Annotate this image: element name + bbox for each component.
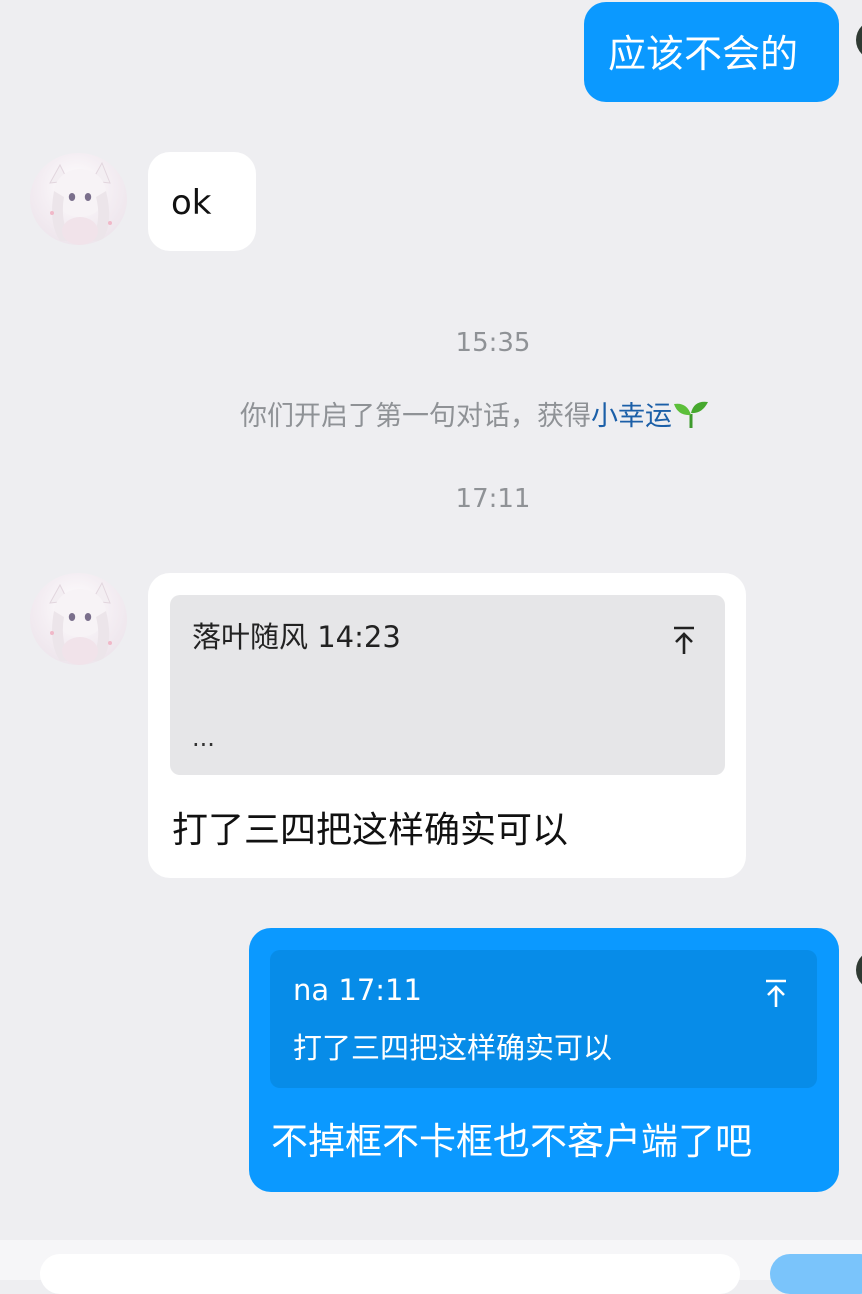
jump-to-original-icon[interactable]	[764, 978, 788, 1008]
my-avatar[interactable]	[856, 20, 862, 60]
anime-girl-avatar-icon	[49, 161, 112, 245]
quoted-message[interactable]: na 17:11 打了三四把这样确实可以	[270, 950, 817, 1088]
sprout-icon	[674, 401, 708, 428]
quote-header: na 17:11	[293, 973, 422, 1007]
incoming-message-bubble[interactable]: 落叶随风 14:23 ... 打了三四把这样确实可以	[148, 573, 746, 878]
timestamp: 15:35	[455, 328, 531, 358]
contact-avatar[interactable]	[30, 153, 127, 245]
timestamp: 17:11	[455, 484, 531, 514]
my-avatar[interactable]	[856, 950, 862, 990]
message-text: 不掉框不卡框也不客户端了吧	[271, 1120, 752, 1163]
system-notice-text: 你们开启了第一句对话，获得	[240, 401, 591, 432]
outgoing-message-bubble[interactable]: na 17:11 打了三四把这样确实可以 不掉框不卡框也不客户端了吧	[249, 928, 839, 1192]
message-text: ok	[171, 183, 212, 223]
send-button[interactable]	[770, 1254, 862, 1294]
message-text: 打了三四把这样确实可以	[172, 810, 569, 851]
anime-girl-avatar-icon	[49, 581, 112, 665]
contact-avatar[interactable]	[30, 573, 127, 665]
quote-header: 落叶随风 14:23	[192, 620, 401, 654]
incoming-message-bubble[interactable]: ok	[148, 152, 256, 251]
outgoing-message-bubble[interactable]: 应该不会的	[584, 2, 839, 102]
jump-to-original-icon[interactable]	[672, 625, 696, 655]
quote-body: 打了三四把这样确实可以	[293, 1031, 613, 1065]
lucky-link[interactable]: 小幸运	[591, 394, 672, 433]
quote-body: ...	[192, 724, 215, 752]
quoted-message[interactable]: 落叶随风 14:23 ...	[170, 595, 725, 775]
system-notice: 你们开启了第一句对话，获得 小幸运	[240, 394, 710, 433]
message-input[interactable]	[40, 1254, 740, 1294]
message-text: 应该不会的	[608, 32, 799, 76]
